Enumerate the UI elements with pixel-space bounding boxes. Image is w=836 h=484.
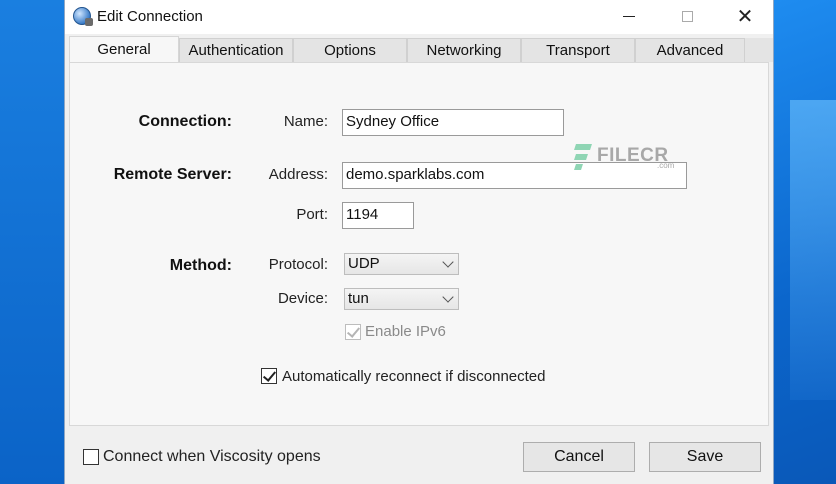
chevron-down-icon [442,291,454,303]
port-field[interactable]: 1194 [342,202,414,229]
tab-bar: General Authentication Options Networkin… [65,36,773,62]
tab-advanced[interactable]: Advanced [635,38,745,62]
desktop-wallpaper-light [790,100,836,400]
desktop-background-left [0,0,64,484]
name-field[interactable]: Sydney Office [342,109,564,136]
minimize-icon [623,15,635,17]
enable-ipv6-checkbox[interactable] [345,324,361,340]
maximize-icon [681,10,693,22]
device-select[interactable]: tun [344,288,459,310]
protocol-select[interactable]: UDP [344,253,459,275]
minimize-button[interactable] [601,0,657,32]
close-icon: ✕ [736,5,754,28]
app-globe-icon [73,7,93,26]
chevron-down-icon [442,256,454,268]
title-bar[interactable]: Edit Connection ✕ [65,0,773,34]
device-label: Device: [277,290,328,307]
save-button[interactable]: Save [649,442,761,472]
protocol-label: Protocol: [268,256,328,273]
tab-authentication[interactable]: Authentication [179,38,293,62]
tab-bar-filler [745,38,773,62]
edit-connection-window: Edit Connection ✕ General Authentication… [64,0,774,484]
tab-options[interactable]: Options [293,38,407,62]
window-title: Edit Connection [97,8,203,25]
device-select-value: tun [348,290,369,307]
maximize-button[interactable] [659,0,715,32]
tab-networking[interactable]: Networking [407,38,521,62]
connect-on-open-label: Connect when Viscosity opens [103,448,321,465]
enable-ipv6-label: Enable IPv6 [365,323,446,340]
watermark-suffix: .com [657,161,675,170]
auto-reconnect-checkbox[interactable] [261,368,277,384]
auto-reconnect-label: Automatically reconnect if disconnected [282,368,546,385]
name-label: Name: [283,113,328,130]
dialog-footer: Connect when Viscosity opens Cancel Save [65,428,773,484]
remote-server-section-label: Remote Server: [113,166,232,183]
general-panel: Connection: Name: Sydney Office Remote S… [69,62,769,426]
cancel-button[interactable]: Cancel [523,442,635,472]
port-label: Port: [296,206,328,223]
address-label: Address: [268,166,328,183]
tab-transport[interactable]: Transport [521,38,635,62]
watermark-logo-icon [574,142,592,172]
method-section-label: Method: [169,257,232,274]
tab-general[interactable]: General [69,36,179,62]
connection-section-label: Connection: [138,113,232,130]
protocol-select-value: UDP [348,255,380,272]
connect-on-open-checkbox[interactable] [83,449,99,465]
close-button[interactable]: ✕ [717,0,773,32]
